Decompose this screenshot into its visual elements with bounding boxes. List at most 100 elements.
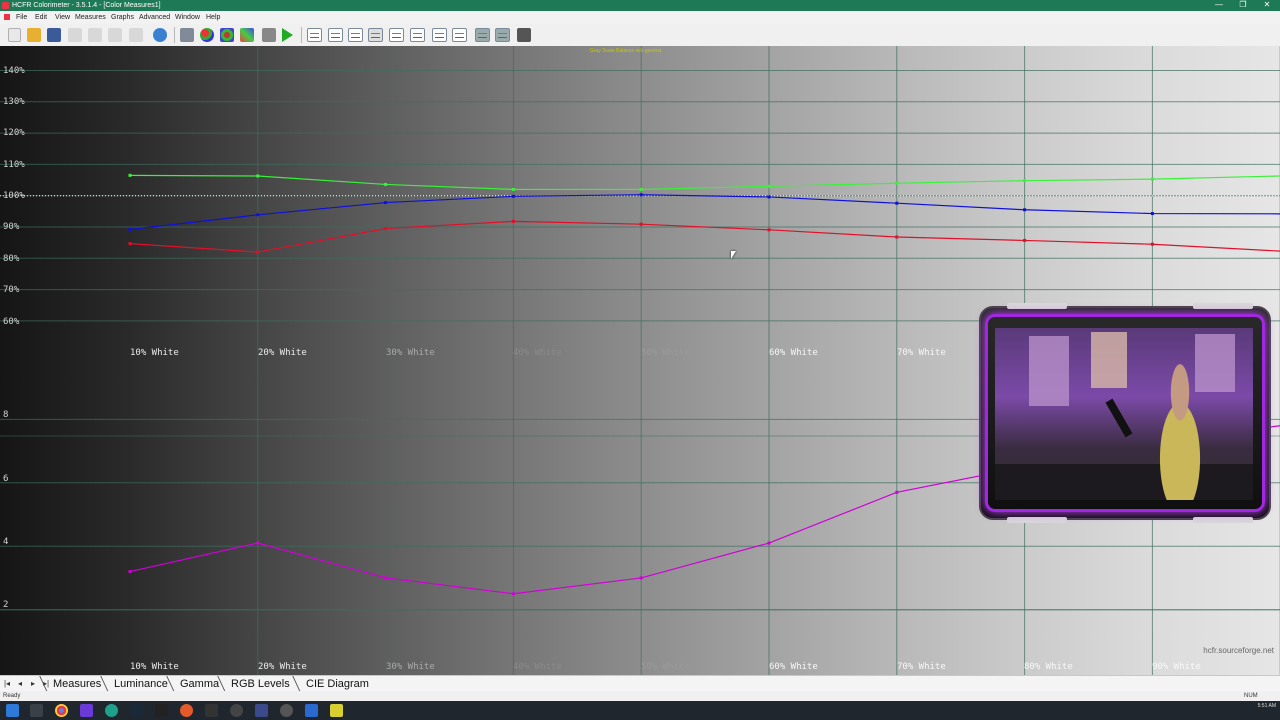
windows-start-icon[interactable] bbox=[6, 704, 19, 717]
data-point bbox=[511, 219, 515, 223]
graph-view-icon[interactable] bbox=[410, 28, 425, 42]
data-point bbox=[639, 187, 643, 191]
x-axis-label: 50% White bbox=[641, 662, 690, 672]
measure-rgb-icon[interactable] bbox=[220, 28, 234, 42]
graph-view-icon[interactable] bbox=[432, 28, 447, 42]
graph-view-icon[interactable] bbox=[307, 28, 322, 42]
tab-measures[interactable]: Measures bbox=[47, 676, 107, 692]
y-axis-label: 2 bbox=[3, 600, 9, 610]
data-point bbox=[384, 227, 388, 231]
hcfr-icon[interactable] bbox=[330, 704, 343, 717]
app-icon[interactable] bbox=[205, 704, 218, 717]
title-bar: HCFR Colorimeter - 3.5.1.4 - [Color Meas… bbox=[0, 0, 1280, 11]
microphone bbox=[1105, 398, 1133, 438]
x-axis-label: 30% White bbox=[386, 348, 435, 358]
menu-file[interactable]: File bbox=[16, 11, 27, 24]
data-point bbox=[256, 250, 260, 254]
color-balls-icon[interactable] bbox=[200, 28, 214, 42]
y-axis-label: 130% bbox=[3, 97, 25, 107]
mouse-cursor-icon bbox=[731, 251, 736, 259]
media-icon[interactable] bbox=[230, 704, 243, 717]
cut-icon[interactable] bbox=[68, 28, 82, 42]
data-point bbox=[767, 541, 771, 545]
data-point bbox=[1150, 177, 1154, 181]
save-icon[interactable] bbox=[47, 28, 61, 42]
menu-window[interactable]: Window bbox=[175, 11, 200, 24]
copy-icon[interactable] bbox=[88, 28, 102, 42]
play-icon[interactable] bbox=[282, 28, 293, 42]
data-point bbox=[767, 195, 771, 199]
frame-accent bbox=[1007, 517, 1067, 523]
x-axis-label: 50% White bbox=[641, 348, 690, 358]
y-axis-label: 80% bbox=[3, 254, 20, 264]
data-point bbox=[128, 173, 132, 177]
settings-icon[interactable] bbox=[280, 704, 293, 717]
y-axis-label: 100% bbox=[3, 191, 25, 201]
sheet-tab-bar: |◂ ◂ ▸ ▸| Measures Luminance Gamma RGB L… bbox=[0, 675, 1280, 692]
graph-view-icon[interactable] bbox=[368, 28, 383, 42]
data-point bbox=[895, 235, 899, 239]
graph-view-icon[interactable] bbox=[348, 28, 363, 42]
tab-cie-diagram[interactable]: CIE Diagram bbox=[300, 676, 375, 692]
settings-icon[interactable] bbox=[180, 28, 194, 42]
measure-all-icon[interactable] bbox=[240, 28, 254, 42]
x-axis-label: 40% White bbox=[513, 348, 562, 358]
y-axis-label: 60% bbox=[3, 317, 20, 327]
search-icon[interactable] bbox=[30, 704, 43, 717]
next-tab-button[interactable]: ▸ bbox=[28, 678, 38, 689]
menu-measures[interactable]: Measures bbox=[75, 11, 106, 24]
menu-advanced[interactable]: Advanced bbox=[139, 11, 170, 24]
graph-view-icon[interactable] bbox=[495, 28, 510, 42]
camera-icon[interactable] bbox=[262, 28, 276, 42]
data-point bbox=[895, 201, 899, 205]
tab-rgb-levels[interactable]: RGB Levels bbox=[225, 676, 296, 692]
print-icon[interactable] bbox=[129, 28, 143, 42]
new-file-icon[interactable] bbox=[8, 28, 21, 42]
app-icon[interactable] bbox=[255, 704, 268, 717]
x-axis-label: 70% White bbox=[897, 348, 946, 358]
menu-view[interactable]: View bbox=[55, 11, 70, 24]
minimize-button[interactable]: — bbox=[1208, 0, 1230, 11]
help-icon[interactable] bbox=[153, 28, 167, 42]
data-point bbox=[384, 201, 388, 205]
gray-pattern-icon[interactable] bbox=[517, 28, 531, 42]
status-text: Ready bbox=[3, 693, 21, 699]
x-axis-label: 70% White bbox=[897, 662, 946, 672]
paste-icon[interactable] bbox=[108, 28, 122, 42]
graph-view-icon[interactable] bbox=[389, 28, 404, 42]
graph-view-icon[interactable] bbox=[328, 28, 343, 42]
close-button[interactable]: ✕ bbox=[1256, 0, 1278, 11]
data-point bbox=[895, 490, 899, 494]
first-tab-button[interactable]: |◂ bbox=[2, 678, 12, 689]
obs-icon[interactable] bbox=[155, 704, 168, 717]
graph-view-icon[interactable] bbox=[475, 28, 490, 42]
clock[interactable]: 5:51 AM bbox=[1238, 703, 1276, 710]
firefox-icon[interactable] bbox=[180, 704, 193, 717]
frame-accent bbox=[1193, 517, 1253, 523]
open-folder-icon[interactable] bbox=[27, 28, 41, 42]
y-axis-label: 8 bbox=[3, 410, 9, 420]
maximize-button[interactable]: ❐ bbox=[1232, 0, 1254, 11]
twitch-icon[interactable] bbox=[80, 704, 93, 717]
data-point bbox=[128, 242, 132, 246]
y-axis-label: 6 bbox=[3, 474, 9, 484]
data-point bbox=[767, 184, 771, 188]
chrome-icon[interactable] bbox=[55, 704, 68, 717]
x-axis-label: 20% White bbox=[258, 662, 307, 672]
y-axis-label: 120% bbox=[3, 128, 25, 138]
data-point bbox=[1023, 238, 1027, 242]
prev-tab-button[interactable]: ◂ bbox=[15, 678, 25, 689]
data-point bbox=[895, 181, 899, 185]
menu-graphs[interactable]: Graphs bbox=[111, 11, 134, 24]
graph-view-icon[interactable] bbox=[452, 28, 467, 42]
app-icon[interactable] bbox=[105, 704, 118, 717]
doc-icon[interactable] bbox=[4, 14, 10, 20]
steam-icon[interactable] bbox=[130, 704, 143, 717]
menu-help[interactable]: Help bbox=[206, 11, 220, 24]
menu-edit[interactable]: Edit bbox=[35, 11, 47, 24]
sourceforge-link[interactable]: hcfr.sourceforge.net bbox=[1203, 646, 1274, 655]
data-point bbox=[639, 222, 643, 226]
app-icon[interactable] bbox=[305, 704, 318, 717]
data-point bbox=[639, 576, 643, 580]
tab-luminance[interactable]: Luminance bbox=[108, 676, 174, 692]
